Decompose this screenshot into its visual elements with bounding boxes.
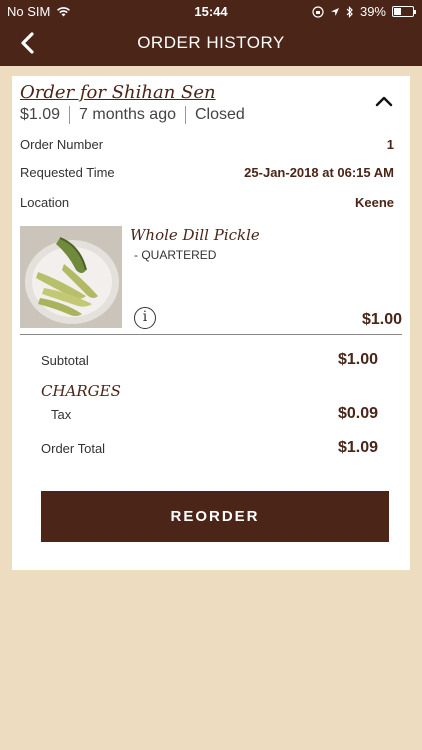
order-total-label: Order Total bbox=[41, 440, 106, 456]
pickle-image bbox=[20, 226, 122, 328]
order-age: 7 months ago bbox=[79, 106, 176, 123]
order-title: Order for Shihan Sen bbox=[20, 82, 216, 103]
status-right: 39% bbox=[312, 4, 416, 19]
order-meta: $1.09 7 months ago Closed bbox=[20, 106, 402, 124]
info-icon[interactable]: i bbox=[134, 307, 156, 329]
order-card: Order for Shihan Sen $1.09 7 months ago … bbox=[12, 76, 410, 570]
page-title: ORDER HISTORY bbox=[137, 33, 285, 52]
divider bbox=[185, 106, 186, 124]
order-total-row: Order Total $1.09 bbox=[41, 439, 378, 457]
order-number-label: Order Number bbox=[20, 137, 104, 152]
order-state: Closed bbox=[195, 106, 245, 123]
divider bbox=[69, 106, 71, 124]
orientation-lock-icon bbox=[312, 5, 324, 18]
location-label: Location bbox=[20, 195, 70, 210]
item-modifier: - QUARTERED bbox=[134, 248, 217, 262]
requested-time-row: Requested Time 25-Jan-2018 at 06:15 AM bbox=[20, 165, 394, 180]
battery-percent: 39% bbox=[359, 4, 386, 19]
order-total-value: $1.09 bbox=[337, 439, 378, 456]
reorder-button[interactable]: REORDER bbox=[41, 491, 389, 542]
order-number-value: 1 bbox=[386, 137, 394, 152]
tax-label: Tax bbox=[51, 406, 72, 422]
requested-time-label: Requested Time bbox=[20, 165, 115, 180]
chevron-up-icon[interactable] bbox=[374, 94, 394, 108]
divider bbox=[20, 334, 402, 335]
tax-row: Tax $0.09 bbox=[51, 405, 378, 423]
order-amount: $1.09 bbox=[20, 106, 61, 123]
tax-value: $0.09 bbox=[337, 405, 378, 422]
list-item: Whole Dill Pickle - QUARTERED i $1.00 bbox=[20, 226, 402, 334]
status-bar: No SIM 15:44 39% bbox=[0, 0, 422, 22]
item-price: $1.00 bbox=[361, 311, 402, 328]
order-number-row: Order Number 1 bbox=[20, 137, 394, 152]
charges-heading: CHARGES bbox=[41, 382, 121, 400]
location-arrow-icon bbox=[330, 7, 339, 16]
location-row: Location Keene bbox=[20, 195, 394, 210]
battery-icon bbox=[392, 6, 416, 17]
requested-time-value: 25-Jan-2018 at 06:15 AM bbox=[244, 165, 394, 180]
subtotal-row: Subtotal $1.00 bbox=[41, 351, 378, 369]
location-value: Keene bbox=[354, 195, 394, 210]
item-name: Whole Dill Pickle bbox=[130, 226, 260, 244]
order-header[interactable]: Order for Shihan Sen $1.09 7 months ago … bbox=[20, 82, 402, 124]
subtotal-label: Subtotal bbox=[41, 352, 89, 368]
subtotal-value: $1.00 bbox=[337, 351, 378, 368]
bluetooth-icon bbox=[346, 5, 353, 18]
item-image bbox=[20, 226, 122, 328]
app-header: No SIM 15:44 39% ORDER HISTORY bbox=[0, 0, 422, 66]
